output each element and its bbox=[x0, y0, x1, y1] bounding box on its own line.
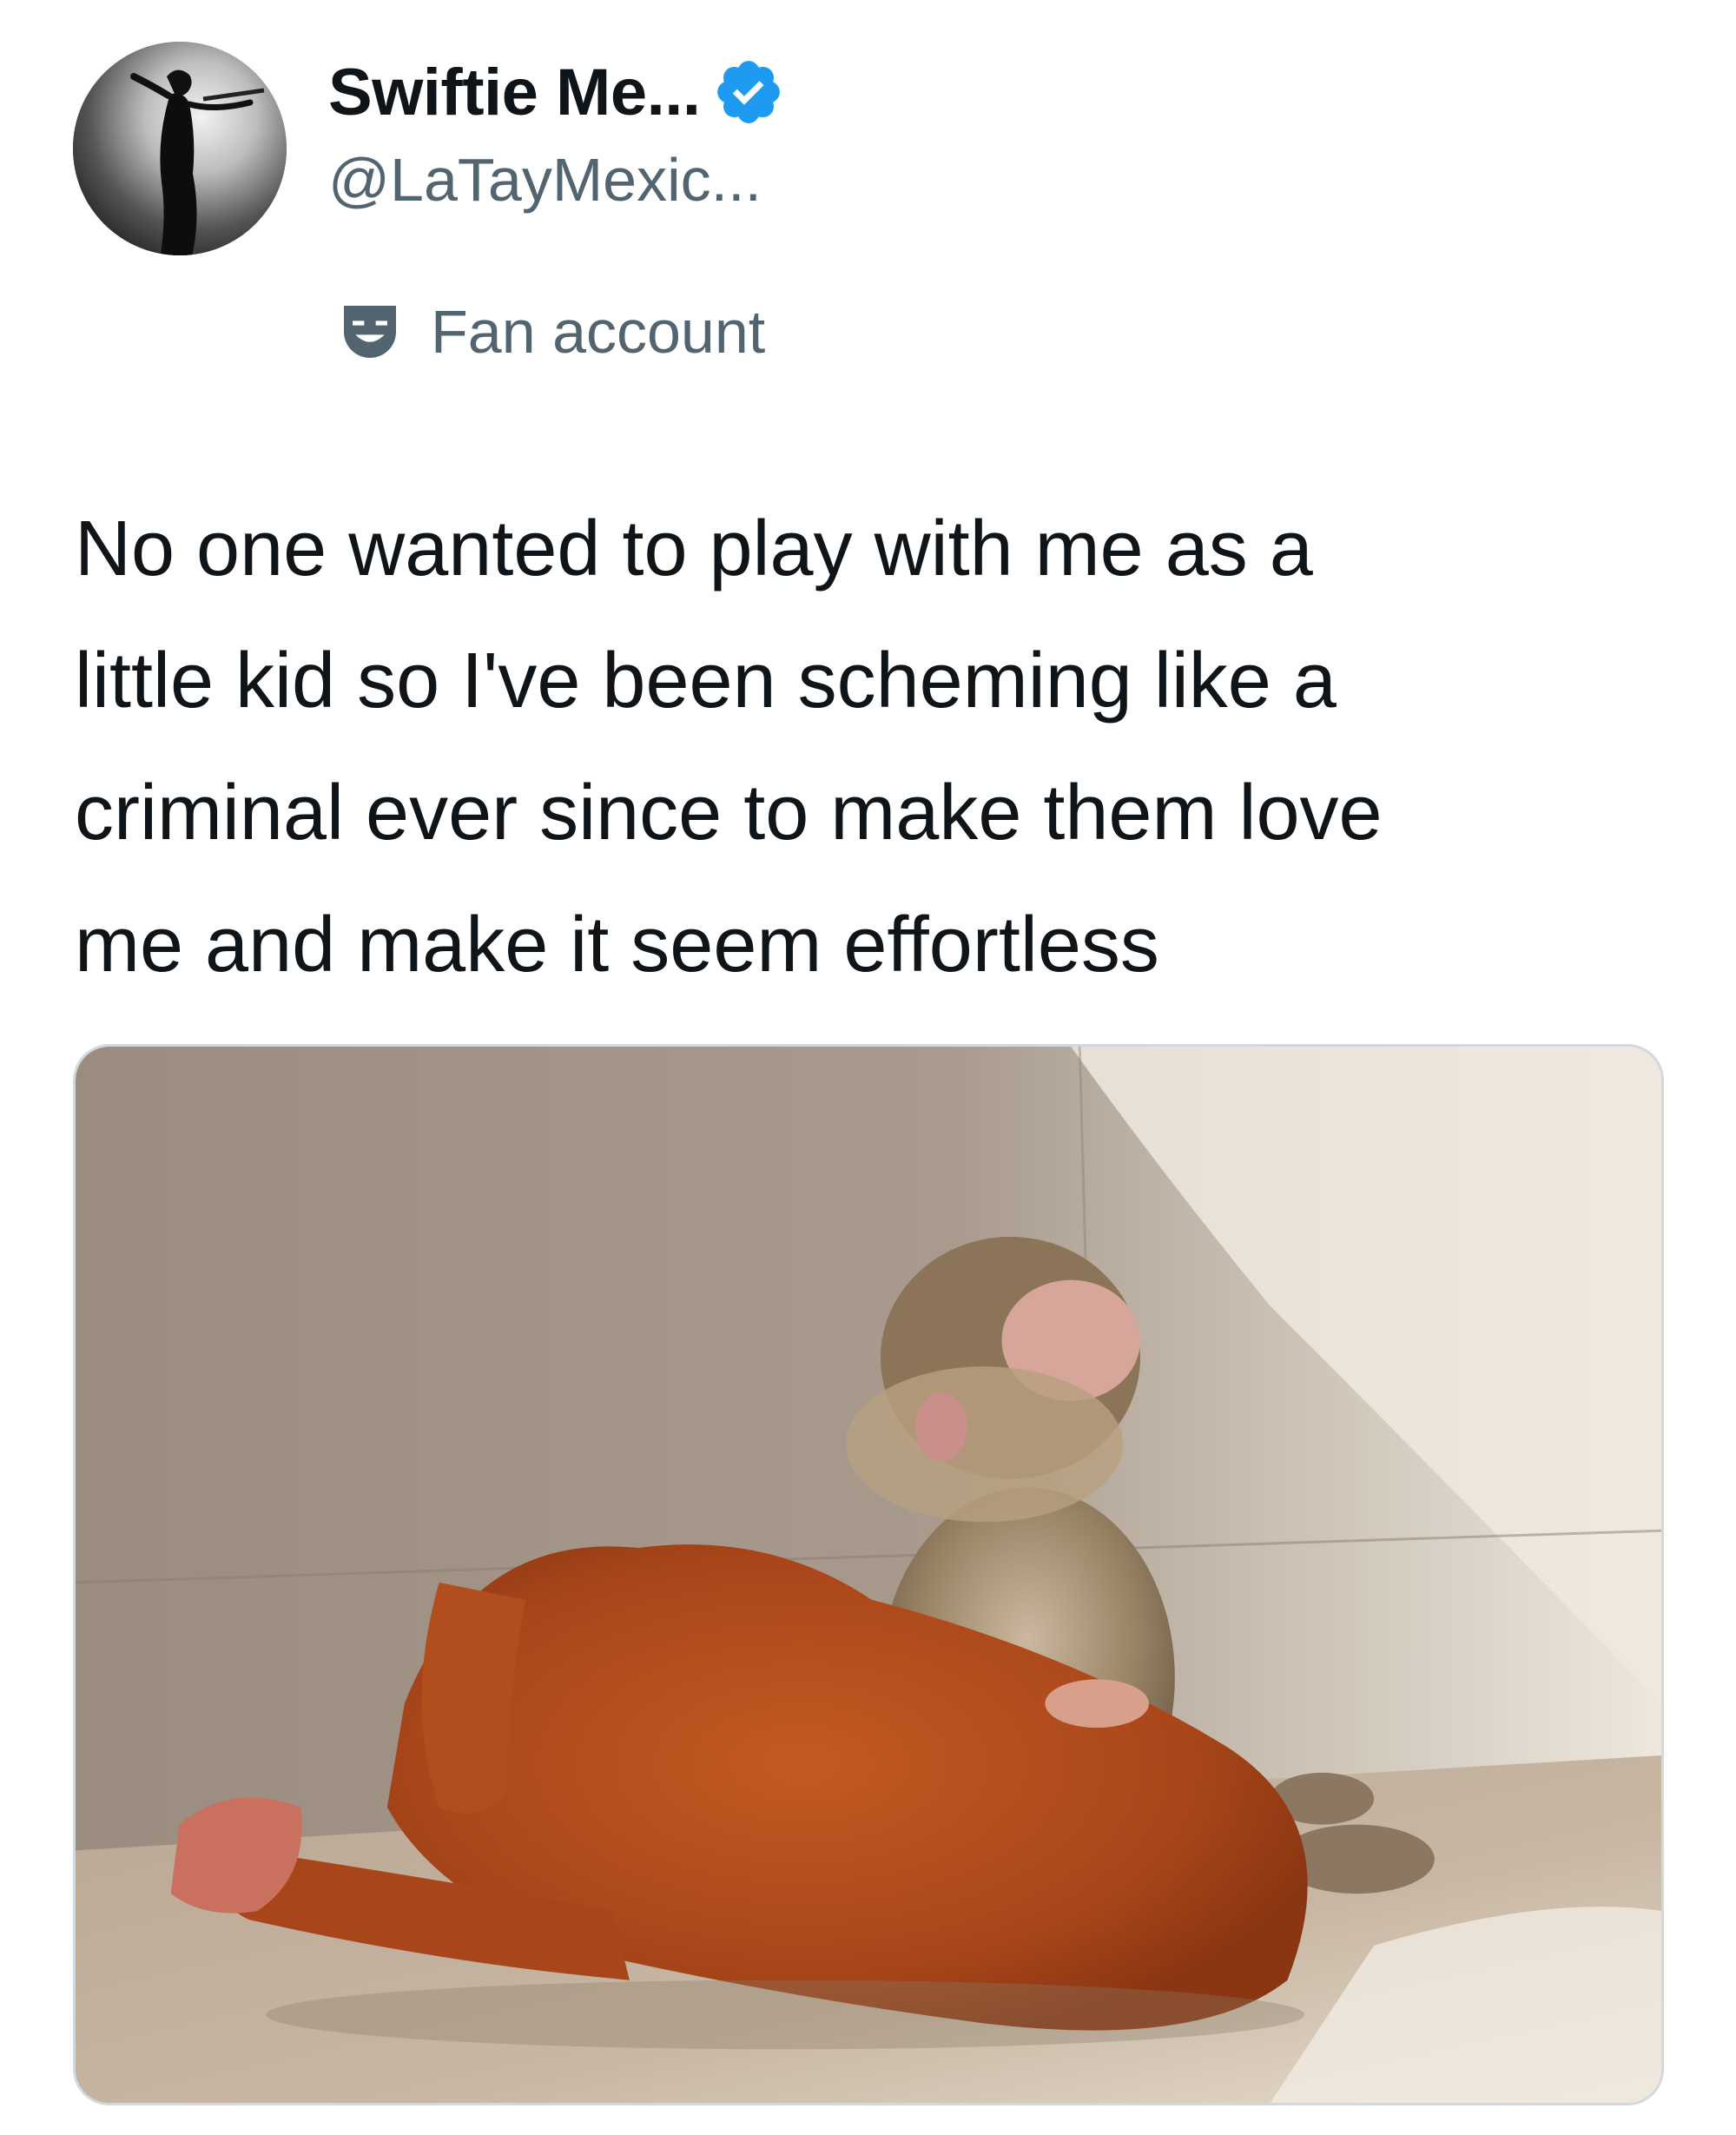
name-row: Swiftie Me... bbox=[328, 50, 785, 134]
tweet-card: Swiftie Me... @LaTayMexic... Fan account… bbox=[0, 0, 1736, 2135]
theater-mask-icon bbox=[335, 297, 405, 367]
verified-badge-icon bbox=[712, 56, 785, 129]
tweet-media-photo[interactable] bbox=[73, 1044, 1664, 2105]
avatar[interactable] bbox=[73, 42, 287, 255]
display-name[interactable]: Swiftie Me... bbox=[328, 55, 701, 130]
avatar-photo bbox=[73, 42, 287, 255]
tweet-text: No one wanted to play with me as a littl… bbox=[75, 506, 1383, 988]
user-info: Swiftie Me... @LaTayMexic... bbox=[328, 50, 785, 219]
account-label-text: Fan account bbox=[431, 298, 766, 366]
user-handle[interactable]: @LaTayMexic... bbox=[328, 141, 785, 219]
account-label: Fan account bbox=[335, 288, 765, 375]
monkey-photo bbox=[76, 1047, 1661, 2103]
